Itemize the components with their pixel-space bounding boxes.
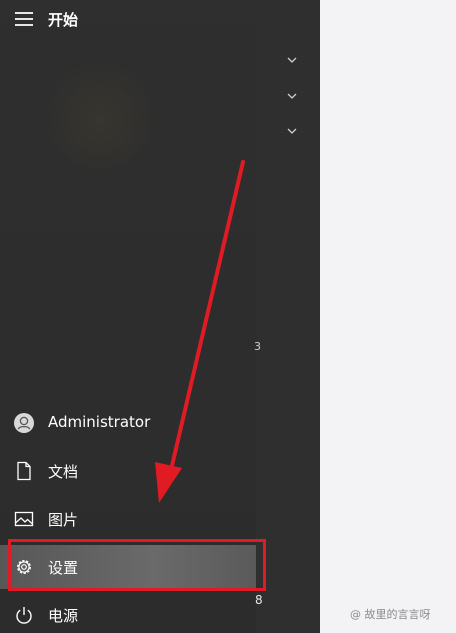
chevron-down-icon[interactable] bbox=[287, 55, 297, 65]
menu-item-documents[interactable]: 文档 bbox=[0, 449, 256, 493]
menu-item-power[interactable]: 电源 bbox=[0, 593, 256, 633]
start-menu-panel: 开始 3 8 Administrator 文档 图片 设置 电源 bbox=[0, 0, 320, 633]
watermark: @ 故里的言言呀 bbox=[350, 608, 431, 621]
hamburger-icon[interactable] bbox=[15, 12, 33, 26]
menu-item-pictures[interactable]: 图片 bbox=[0, 497, 256, 541]
user-avatar-icon bbox=[14, 413, 34, 433]
menu-item-label: 电源 bbox=[48, 607, 79, 625]
chevron-down-icon[interactable] bbox=[287, 126, 297, 136]
menu-item-label: 图片 bbox=[48, 511, 79, 529]
menu-item-user[interactable]: Administrator bbox=[0, 401, 256, 445]
menu-item-label: Administrator bbox=[48, 413, 151, 431]
picture-icon bbox=[14, 511, 34, 527]
chevron-down-icon[interactable] bbox=[287, 91, 297, 101]
document-icon bbox=[17, 461, 31, 481]
menu-item-label: 文档 bbox=[48, 463, 79, 481]
side-mark: 8 bbox=[255, 593, 263, 607]
side-mark: 3 bbox=[254, 340, 261, 353]
power-icon bbox=[16, 607, 32, 624]
page-title: 开始 bbox=[48, 11, 79, 29]
annotation-highlight-box bbox=[8, 539, 266, 591]
